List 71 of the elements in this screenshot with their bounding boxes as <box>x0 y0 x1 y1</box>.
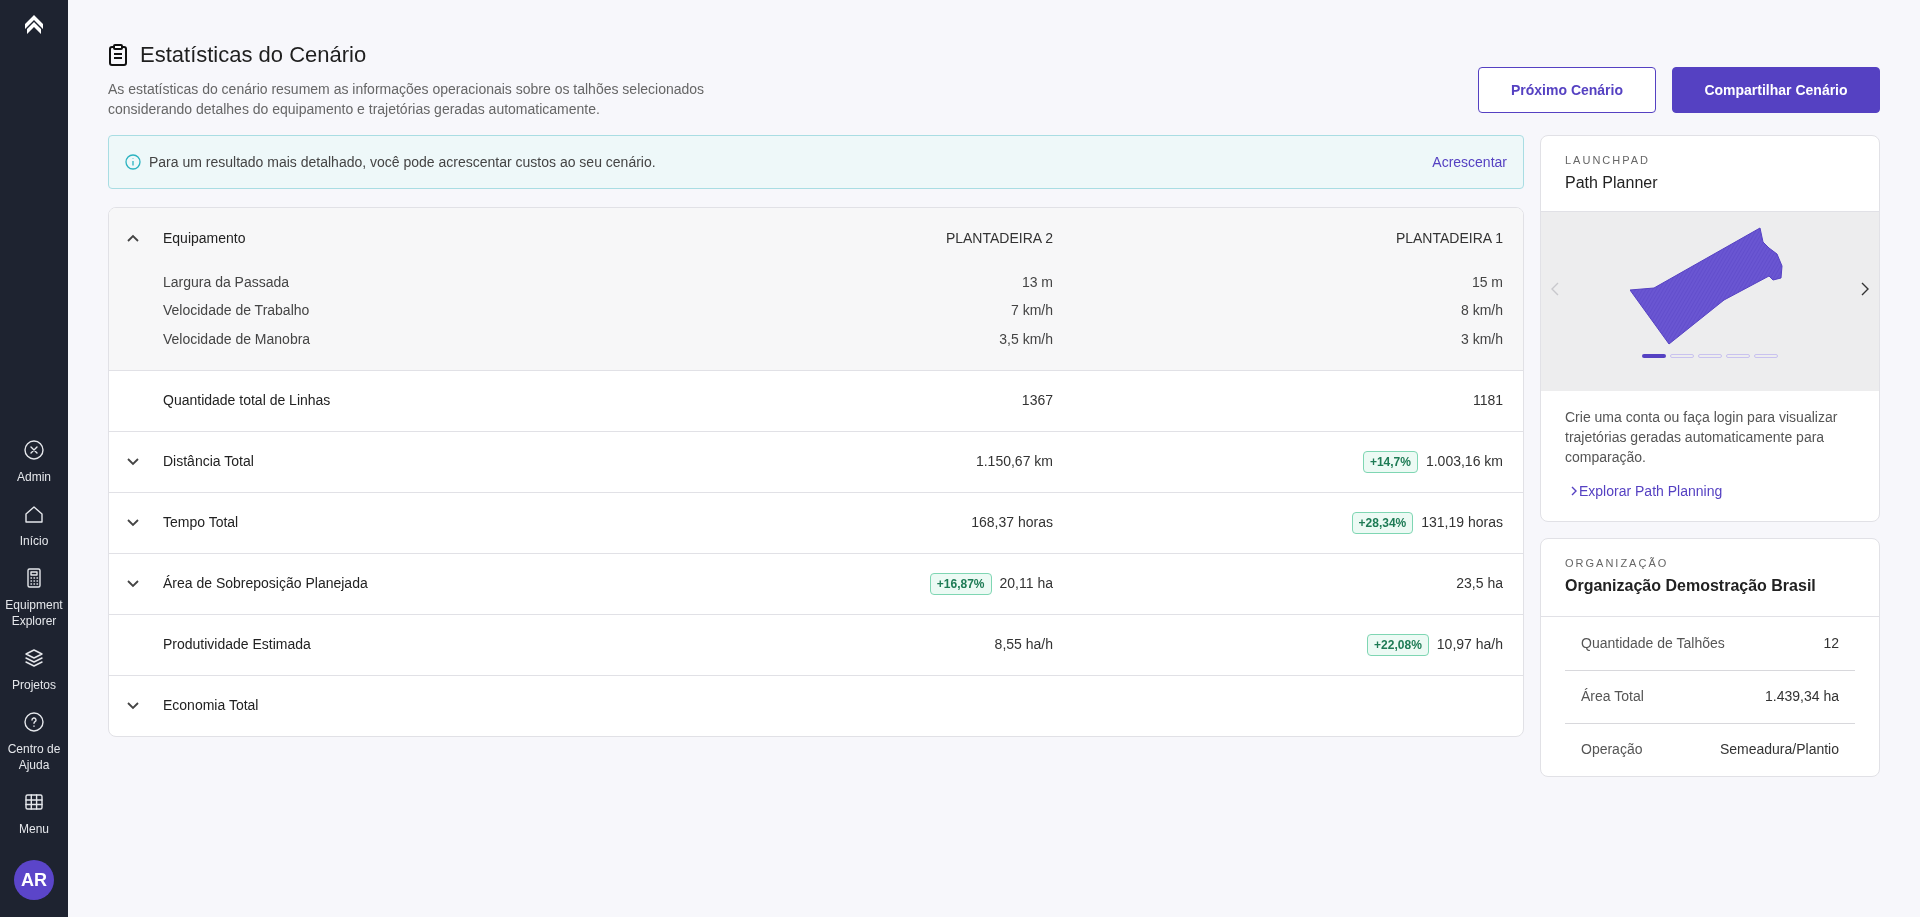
chevron-down-icon[interactable] <box>127 457 139 466</box>
help-icon <box>23 711 45 733</box>
table-cell-text: 131,19 horas <box>1421 513 1503 532</box>
table-cell-text: 20,11 ha <box>999 574 1053 593</box>
chevron-up-icon[interactable] <box>127 234 139 242</box>
table-cell-text: 1.150,67 km <box>975 452 1053 471</box>
table-cell-text: PLANTADEIRA 2 <box>945 228 1053 248</box>
table-cell-text: 15 m <box>1471 272 1503 292</box>
banner-text: Para um resultado mais detalhado, você pode acrescentar custos ao seu cenário. <box>149 152 656 172</box>
table-cell-text: 1.003,16 km <box>1425 452 1503 471</box>
row-label: Quantidade total de Linhas <box>163 391 332 410</box>
card-title: Path Planner <box>1565 172 1659 193</box>
percentage-badge: +16,87% <box>929 572 992 595</box>
chevrons-up-logo[interactable] <box>24 14 44 34</box>
home-icon <box>23 503 45 525</box>
layers-icon <box>23 647 45 669</box>
percentage-badge: +28,34% <box>1351 511 1414 534</box>
row-label: Velocidade de Trabalho <box>163 301 311 321</box>
info-label: Área Total <box>1581 687 1644 706</box>
row-label: Equipamento <box>163 228 247 248</box>
sidebar-item[interactable]: Início <box>0 494 68 558</box>
table-cell-text: 8,55 ha/h <box>994 635 1053 654</box>
info-value: Semeadura/Plantio <box>1719 740 1839 759</box>
table-cell-text: 23,5 ha <box>1456 574 1503 593</box>
sidebar-item[interactable]: Admin <box>0 430 68 494</box>
avatar[interactable]: AR <box>14 860 54 900</box>
info-value: 12 <box>1823 633 1839 653</box>
table-cell-text: 1181 <box>1472 391 1503 410</box>
card-eyebrow: LAUNCHPAD <box>1565 153 1652 168</box>
info-value: 1.439,34 ha <box>1765 687 1839 706</box>
row-label: Produtividade Estimada <box>163 635 312 654</box>
sidebar-item[interactable]: Menu <box>0 782 68 846</box>
row-label: Tempo Total <box>163 513 240 532</box>
next-scenario-button[interactable]: Próximo Cenário <box>1478 67 1656 113</box>
table-cell-text: 13 m <box>1021 272 1053 292</box>
share-button[interactable]: Compartilhar Cenário <box>1672 67 1880 113</box>
card-description: Crie uma conta ou faça login para visualizar trajetórias geradas automaticamente para comparação. <box>1565 407 1839 467</box>
table-cell-text: 8 km/h <box>1461 301 1503 321</box>
clipboard-icon <box>108 43 128 66</box>
row-label: Área de Sobreposição Planejada <box>163 574 369 593</box>
info-label: Operação <box>1581 740 1643 759</box>
sidebar-item[interactable]: Equipment Explorer <box>0 558 68 638</box>
chevron-down-icon[interactable] <box>127 701 139 710</box>
chevron-down-icon[interactable] <box>127 579 139 588</box>
table-cell-text: PLANTADEIRA 1 <box>1395 228 1503 248</box>
page-description: As estatísticas do cenário resumem as informações operacionais sobre os talhões selecionados considerando detalhes do equipamento e trajetórias geradas automaticamente. <box>108 80 706 119</box>
info-icon <box>125 154 141 170</box>
percentage-badge: +22,08% <box>1367 633 1429 656</box>
explore-link[interactable]: Explorar Path Planning <box>1565 480 1723 502</box>
add-costs-link[interactable]: Acrescentar <box>1432 151 1507 173</box>
table-cell-text: 7 km/h <box>1011 301 1053 321</box>
card-title: Organização Demostração Brasil <box>1565 575 1817 596</box>
grid-icon <box>23 791 45 813</box>
row-label: Economia Total <box>163 696 260 715</box>
table-cell-text: 1367 <box>1021 391 1053 410</box>
row-label: Largura da Passada <box>163 272 291 292</box>
page-title: Estatísticas do Cenário <box>140 41 367 69</box>
sidebar-item[interactable]: Projetos <box>0 638 68 702</box>
table-cell-text: 3,5 km/h <box>999 329 1053 349</box>
card-eyebrow: ORGANIZAÇÃO <box>1565 556 1670 571</box>
info-label: Quantidade de Talhões <box>1581 633 1725 653</box>
row-label: Velocidade de Manobra <box>163 329 312 349</box>
table-cell-text: 3 km/h <box>1461 329 1503 349</box>
close-icon <box>23 439 45 461</box>
percentage-badge: +14,7% <box>1362 450 1418 473</box>
chevron-down-icon[interactable] <box>127 518 139 527</box>
table-cell-text: 10,97 ha/h <box>1436 635 1503 654</box>
chevron-right-icon <box>1571 486 1577 496</box>
sidebar-item[interactable]: Centro de Ajuda <box>0 702 68 782</box>
row-label: Distância Total <box>163 452 255 471</box>
table-cell-text: 168,37 horas <box>971 513 1053 532</box>
